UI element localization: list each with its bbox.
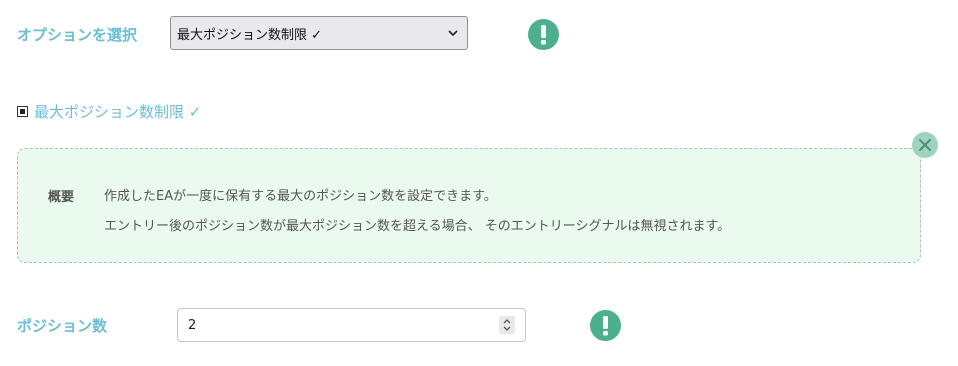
option-select-label: オプションを選択 <box>17 26 138 44</box>
description-line-2: エントリー後のポジション数が最大ポジション数を超える場合、 そのエントリーシグナ… <box>104 219 731 234</box>
option-select-value: 最大ポジション数制限 ✓ <box>177 27 323 43</box>
exclamation-icon[interactable] <box>528 19 559 50</box>
section-title: 最大ポジション数制限 ✓ <box>17 101 201 122</box>
number-spinner[interactable] <box>499 316 515 334</box>
option-settings-page: オプションを選択 最大ポジション数制限 ✓ 最大ポジション数制限 ✓ 概要 作成… <box>0 0 958 366</box>
position-count-value: 2 <box>188 317 197 333</box>
close-icon <box>919 139 931 151</box>
position-count-input[interactable]: 2 <box>177 308 526 342</box>
option-select[interactable]: 最大ポジション数制限 ✓ <box>170 16 468 50</box>
exclamation-icon[interactable] <box>590 310 621 341</box>
exclamation-glyph <box>541 25 546 45</box>
description-line-1: 作成したEAが一度に保有する最大のポジション数を設定できます。 <box>104 189 497 204</box>
exclamation-glyph <box>603 316 608 336</box>
square-bullet-icon <box>17 106 28 117</box>
description-box: 概要 作成したEAが一度に保有する最大のポジション数を設定できます。 エントリー… <box>17 148 921 263</box>
description-label: 概要 <box>48 190 75 205</box>
spinner-arrows-icon <box>503 319 511 331</box>
chevron-down-icon <box>448 30 458 37</box>
section-title-text: 最大ポジション数制限 ✓ <box>34 103 202 121</box>
position-count-label: ポジション数 <box>17 317 108 335</box>
close-button[interactable] <box>912 132 938 158</box>
